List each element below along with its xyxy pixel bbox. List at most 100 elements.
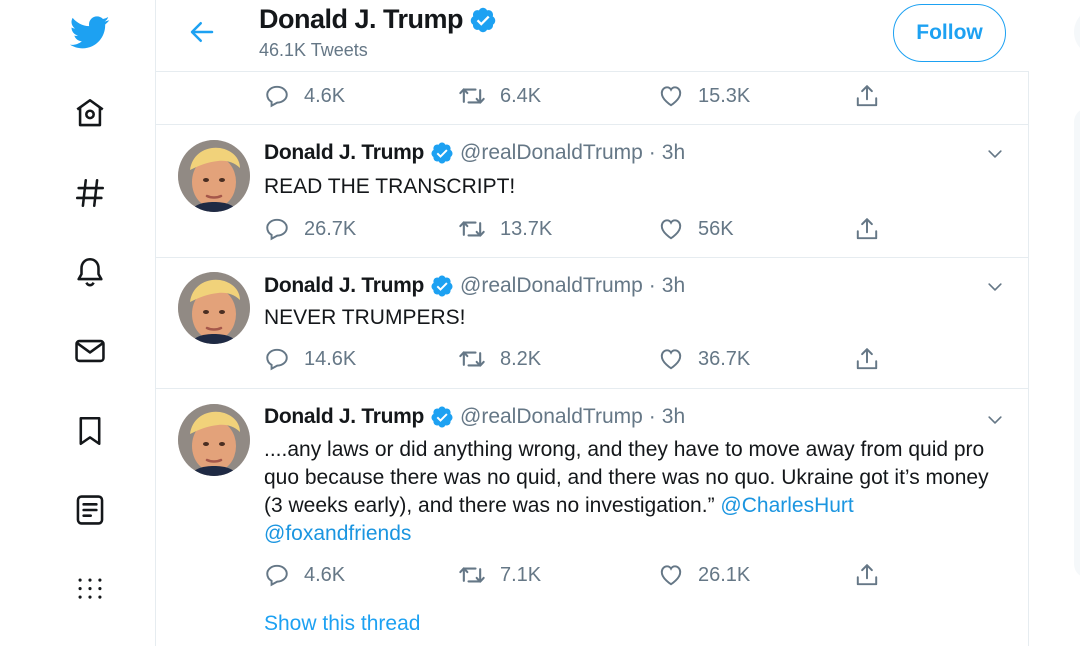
twitter-bird-icon[interactable] [70, 13, 110, 53]
messages-envelope-icon[interactable] [70, 331, 110, 371]
tweet-author-handle[interactable]: @realDonaldTrump [460, 274, 643, 298]
reply-icon [264, 216, 290, 242]
bookmark-icon[interactable] [70, 411, 110, 451]
mention-link[interactable]: @foxandfriends [264, 522, 411, 545]
retweet-icon [458, 561, 486, 589]
heart-icon [658, 83, 684, 109]
verified-badge-icon [430, 141, 454, 165]
show-thread-link[interactable]: Show this thread [264, 612, 420, 636]
avatar[interactable] [178, 140, 250, 212]
verified-badge-icon [430, 405, 454, 429]
heart-icon [658, 562, 684, 588]
verified-badge-icon [430, 274, 454, 298]
tweet-author-name[interactable]: Donald J. Trump [264, 405, 424, 429]
retweet-count: 7.1K [500, 563, 542, 586]
retweet-count: 6.4K [500, 84, 542, 107]
tweet-timestamp[interactable]: 3h [662, 274, 685, 298]
tweet-text: NEVER TRUMPERS! [264, 306, 466, 329]
reply-action[interactable]: 4.6K [264, 81, 345, 111]
like-action[interactable]: 36.7K [658, 344, 750, 374]
notifications-bell-icon[interactable] [70, 252, 110, 292]
tweet-item[interactable]: Donald J. Trump @realDonaldTrump · 3h ..… [156, 389, 1029, 646]
reply-action[interactable]: 26.7K [264, 214, 356, 244]
reply-count: 26.7K [304, 217, 357, 240]
tweet-header: Donald J. Trump @realDonaldTrump · 3h [264, 141, 685, 165]
reply-count: 14.6K [304, 347, 357, 370]
tweet-timestamp[interactable]: 3h [662, 141, 685, 165]
avatar[interactable] [178, 272, 250, 344]
share-icon [854, 216, 880, 242]
retweet-action[interactable]: 8.2K [458, 344, 541, 374]
tweet-actions: 26.7K 13.7K 56K [264, 214, 1024, 244]
verified-badge-icon [469, 6, 497, 34]
avatar[interactable] [178, 404, 250, 476]
profile-header: Donald J. Trump 46.1K Tweets Follow [156, 0, 1029, 72]
heart-icon [658, 346, 684, 372]
trends-panel-edge [1074, 108, 1080, 578]
like-count: 26.1K [698, 563, 751, 586]
page-title: Donald J. Trump [259, 4, 497, 35]
reply-icon [264, 346, 290, 372]
like-action[interactable]: 26.1K [658, 560, 750, 590]
retweet-action[interactable]: 7.1K [458, 560, 541, 590]
tweet-item[interactable]: Donald J. Trump @realDonaldTrump · 3h NE… [156, 258, 1029, 389]
share-action[interactable] [854, 81, 894, 111]
share-icon [854, 83, 880, 109]
tweet-text: READ THE TRANSCRIPT! [264, 175, 516, 198]
reply-icon [264, 562, 290, 588]
retweet-icon [458, 345, 486, 373]
tweet-timestamp[interactable]: 3h [662, 405, 685, 429]
tweet-header: Donald J. Trump @realDonaldTrump · 3h [264, 274, 685, 298]
tweet-actions: 4.6K 6.4K 15.3K [264, 81, 1024, 111]
home-icon[interactable] [70, 93, 110, 133]
retweet-action[interactable]: 13.7K [458, 214, 552, 244]
reply-count: 4.6K [304, 563, 346, 586]
back-arrow-icon[interactable] [186, 16, 218, 48]
right-sidebar-edge [1060, 0, 1080, 646]
tweet-count: 46.1K Tweets [259, 40, 368, 60]
separator-dot: · [648, 141, 656, 164]
chevron-down-icon[interactable] [984, 143, 1006, 165]
share-action[interactable] [854, 344, 894, 374]
like-action[interactable]: 56K [658, 214, 734, 244]
like-action[interactable]: 15.3K [658, 81, 750, 111]
tweet-header: Donald J. Trump @realDonaldTrump · 3h [264, 405, 685, 429]
follow-button[interactable]: Follow [893, 4, 1006, 62]
like-count: 36.7K [698, 347, 751, 370]
mention-link[interactable]: @CharlesHurt [720, 494, 853, 517]
share-action[interactable] [854, 560, 894, 590]
lists-icon[interactable] [70, 490, 110, 530]
share-icon [854, 562, 880, 588]
retweet-icon [458, 82, 486, 110]
tweet-item[interactable]: Donald J. Trump @realDonaldTrump · 3h RE… [156, 125, 1029, 258]
profile-name-text: Donald J. Trump [259, 4, 464, 34]
chevron-down-icon[interactable] [984, 409, 1006, 431]
tweet-item[interactable]: 4.6K 6.4K 15.3K [156, 72, 1029, 125]
tweet-author-handle[interactable]: @realDonaldTrump [460, 405, 643, 429]
more-icon[interactable] [70, 570, 110, 610]
separator-dot: · [648, 274, 656, 297]
retweet-action[interactable]: 6.4K [458, 81, 541, 111]
like-count: 15.3K [698, 84, 751, 107]
tweet-author-name[interactable]: Donald J. Trump [264, 141, 424, 165]
like-count: 56K [698, 217, 734, 240]
reply-action[interactable]: 14.6K [264, 344, 356, 374]
tweet-author-name[interactable]: Donald J. Trump [264, 274, 424, 298]
separator-dot: · [648, 405, 656, 428]
profile-timeline: Donald J. Trump 46.1K Tweets Follow 4.6K… [155, 0, 1029, 646]
chevron-down-icon[interactable] [984, 276, 1006, 298]
side-navigation [0, 0, 156, 646]
search-box-edge[interactable] [1074, 8, 1080, 56]
heart-icon [658, 216, 684, 242]
hashtag-icon[interactable] [70, 173, 110, 213]
tweet-author-handle[interactable]: @realDonaldTrump [460, 141, 643, 165]
retweet-count: 13.7K [500, 217, 553, 240]
tweet-actions: 4.6K 7.1K 26.1K [264, 560, 1024, 590]
reply-icon [264, 83, 290, 109]
share-action[interactable] [854, 214, 894, 244]
retweet-count: 8.2K [500, 347, 542, 370]
reply-count: 4.6K [304, 84, 346, 107]
tweet-actions: 14.6K 8.2K 36.7K [264, 344, 1024, 374]
reply-action[interactable]: 4.6K [264, 560, 345, 590]
tweet-body: ....any laws or did anything wrong, and … [264, 438, 989, 517]
